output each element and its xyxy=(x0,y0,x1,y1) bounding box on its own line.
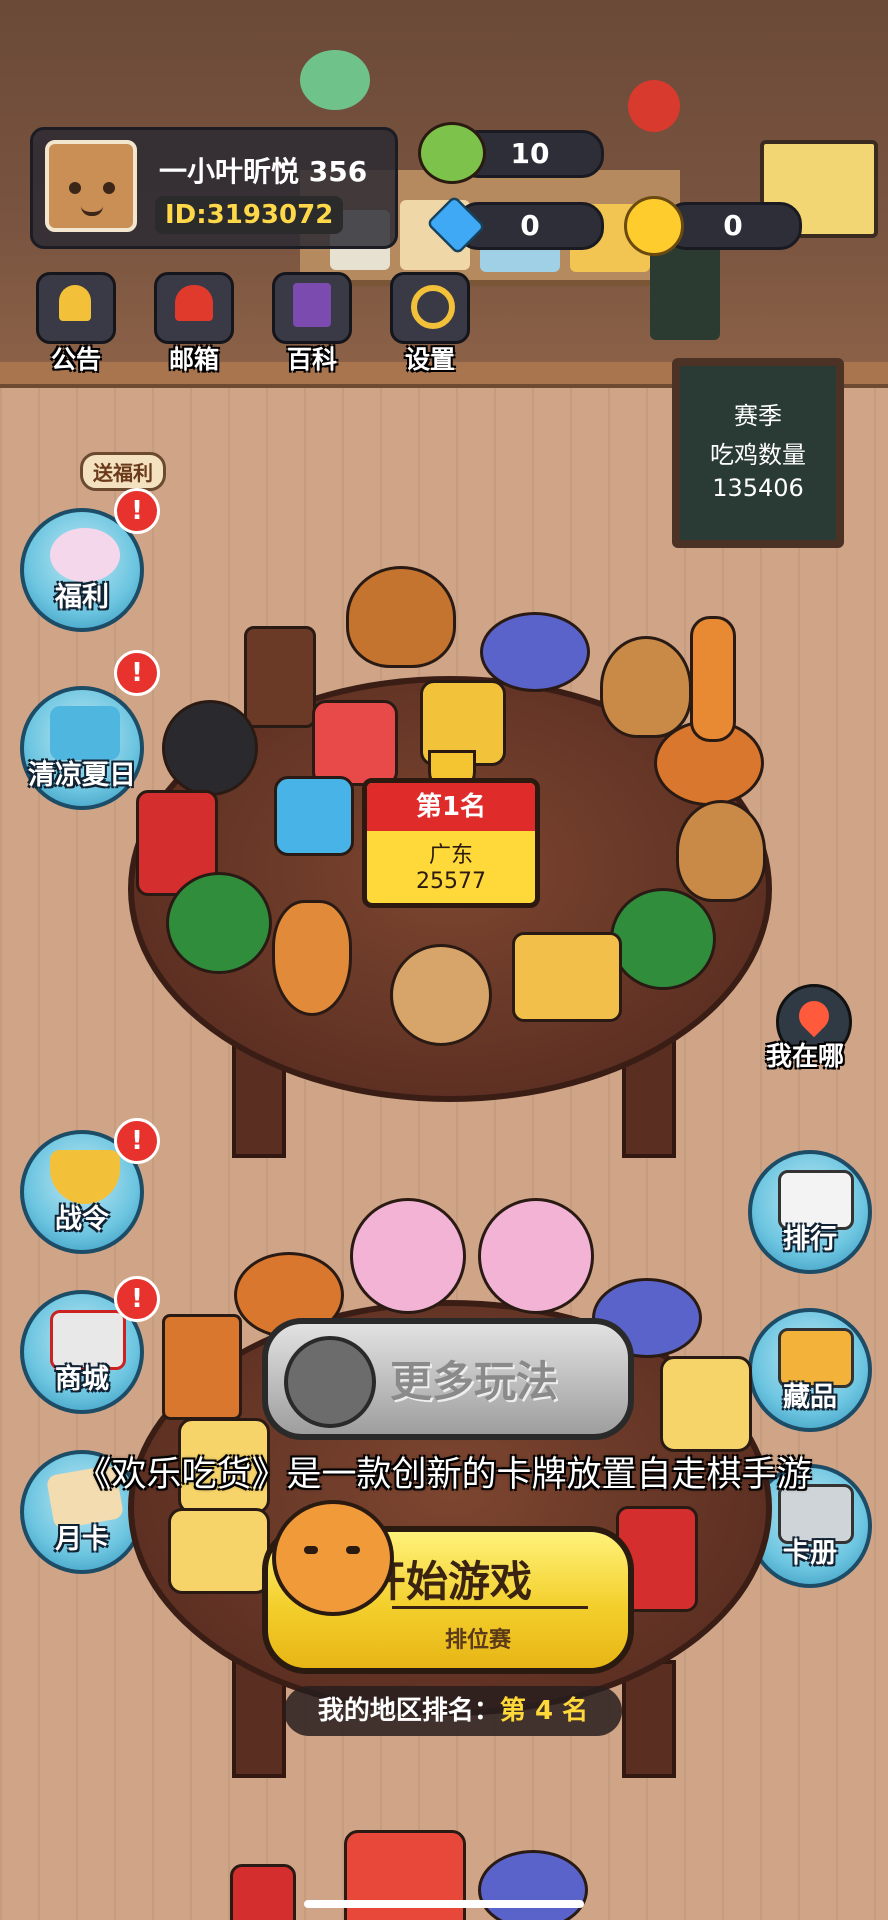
jar-character xyxy=(274,776,354,856)
watermelon-character xyxy=(610,888,716,990)
battle-pass-label: 战令 xyxy=(55,1204,109,1235)
energy-value: 10 xyxy=(510,137,550,170)
coin-counter[interactable]: 0 xyxy=(664,202,802,250)
summer-alert-badge: ! xyxy=(114,650,160,696)
frog-energy-icon xyxy=(418,122,486,184)
gear-icon xyxy=(390,272,470,344)
my-region-rank: 我的地区排名：第 4 名 xyxy=(284,1686,622,1736)
welfare-alert-badge: ! xyxy=(114,488,160,534)
rank-region: 广东 xyxy=(428,843,473,868)
pinecone-character xyxy=(346,566,456,668)
cookie-character xyxy=(390,944,492,1046)
season-title: 赛季 xyxy=(734,402,782,430)
mailbox-icon xyxy=(154,272,234,344)
my-region-rank-prefix: 我的地区排名： xyxy=(317,1696,500,1726)
announcement-button[interactable]: 公告 xyxy=(30,272,122,376)
avatar[interactable] xyxy=(45,140,137,232)
icecream-cone-character xyxy=(272,900,352,1016)
corndog-character xyxy=(690,616,736,742)
marshmallow-character xyxy=(350,1198,466,1314)
shop-alert-badge: ! xyxy=(114,1276,160,1322)
announcement-label: 公告 xyxy=(50,345,101,374)
video-subtitle: 《欢乐吃货》是一款创新的卡牌放置自走棋手游 xyxy=(76,1455,812,1495)
more-modes-label: 更多玩法 xyxy=(390,1357,559,1406)
oreo-character xyxy=(162,700,258,796)
bunny-icon xyxy=(50,528,120,582)
diamond-value: 0 xyxy=(520,209,540,242)
summer-event-button[interactable]: 清凉夏日 xyxy=(20,686,144,810)
where-am-i-label: 我在哪 xyxy=(766,1042,845,1072)
fries-character xyxy=(162,1314,242,1420)
chocolate-character xyxy=(244,626,316,728)
summer-event-label: 清凉夏日 xyxy=(28,760,136,791)
noodle-character xyxy=(512,932,622,1022)
marshmallow-character xyxy=(478,1198,594,1314)
shop-label: 商城 xyxy=(55,1364,109,1395)
battle-pass-alert-badge: ! xyxy=(114,1118,160,1164)
encyclopedia-button[interactable]: 百科 xyxy=(266,272,358,376)
trophy-icon xyxy=(50,1150,120,1204)
coin-value: 0 xyxy=(723,209,743,242)
season-count: 135406 xyxy=(712,474,804,502)
cone-character xyxy=(600,636,692,738)
player-name: 一小叶昕悦 356 xyxy=(159,155,368,188)
more-modes-button[interactable]: 更多玩法 xyxy=(262,1318,634,1440)
cone-character xyxy=(676,800,766,902)
mailbox-button[interactable]: 邮箱 xyxy=(148,272,240,376)
bell-icon xyxy=(36,272,116,344)
game-scene: 一小叶昕悦 356 ID:3193072 10 0 0 公告 邮箱 百科 设置 … xyxy=(0,0,888,1920)
my-region-rank-value: 第 4 名 xyxy=(499,1696,589,1726)
pudding-character xyxy=(168,1508,270,1594)
player-profile-card[interactable]: 一小叶昕悦 356 ID:3193072 xyxy=(30,127,398,249)
watermelon-character xyxy=(166,872,272,974)
collection-label: 藏品 xyxy=(783,1382,837,1413)
welfare-label: 福利 xyxy=(55,582,109,613)
region-rank-plate: 第1名 广东 25577 xyxy=(362,778,540,908)
macaron-character xyxy=(478,1850,588,1920)
gift-box-icon xyxy=(50,706,120,760)
coin-icon xyxy=(624,196,684,256)
rank-title: 第1名 xyxy=(367,783,535,831)
jar-character xyxy=(312,700,398,786)
book-icon xyxy=(272,272,352,344)
settings-button[interactable]: 设置 xyxy=(384,272,476,376)
location-pin-icon xyxy=(792,994,836,1038)
leaderboard-button[interactable]: 排行 xyxy=(748,1150,872,1274)
spring-coin-icon xyxy=(284,1336,376,1428)
pudding-character xyxy=(660,1356,752,1452)
tiger-mascot-icon xyxy=(272,1500,394,1616)
collection-button[interactable]: 藏品 xyxy=(748,1308,872,1432)
soda-can-character xyxy=(230,1864,296,1920)
mailbox-label: 邮箱 xyxy=(168,345,219,374)
settings-label: 设置 xyxy=(404,345,455,374)
home-indicator[interactable] xyxy=(304,1900,584,1908)
rank-score: 25577 xyxy=(416,869,486,894)
leaderboard-label: 排行 xyxy=(783,1224,837,1255)
welfare-tag: 送福利 xyxy=(80,452,166,491)
season-chalkboard: 赛季 吃鸡数量 135406 xyxy=(672,358,844,548)
start-divider xyxy=(392,1606,588,1609)
encyclopedia-label: 百科 xyxy=(286,345,337,374)
game-mode-label: 排位赛 xyxy=(444,1628,511,1653)
player-id: ID:3193072 xyxy=(155,196,344,234)
season-subtitle: 吃鸡数量 xyxy=(710,441,806,469)
